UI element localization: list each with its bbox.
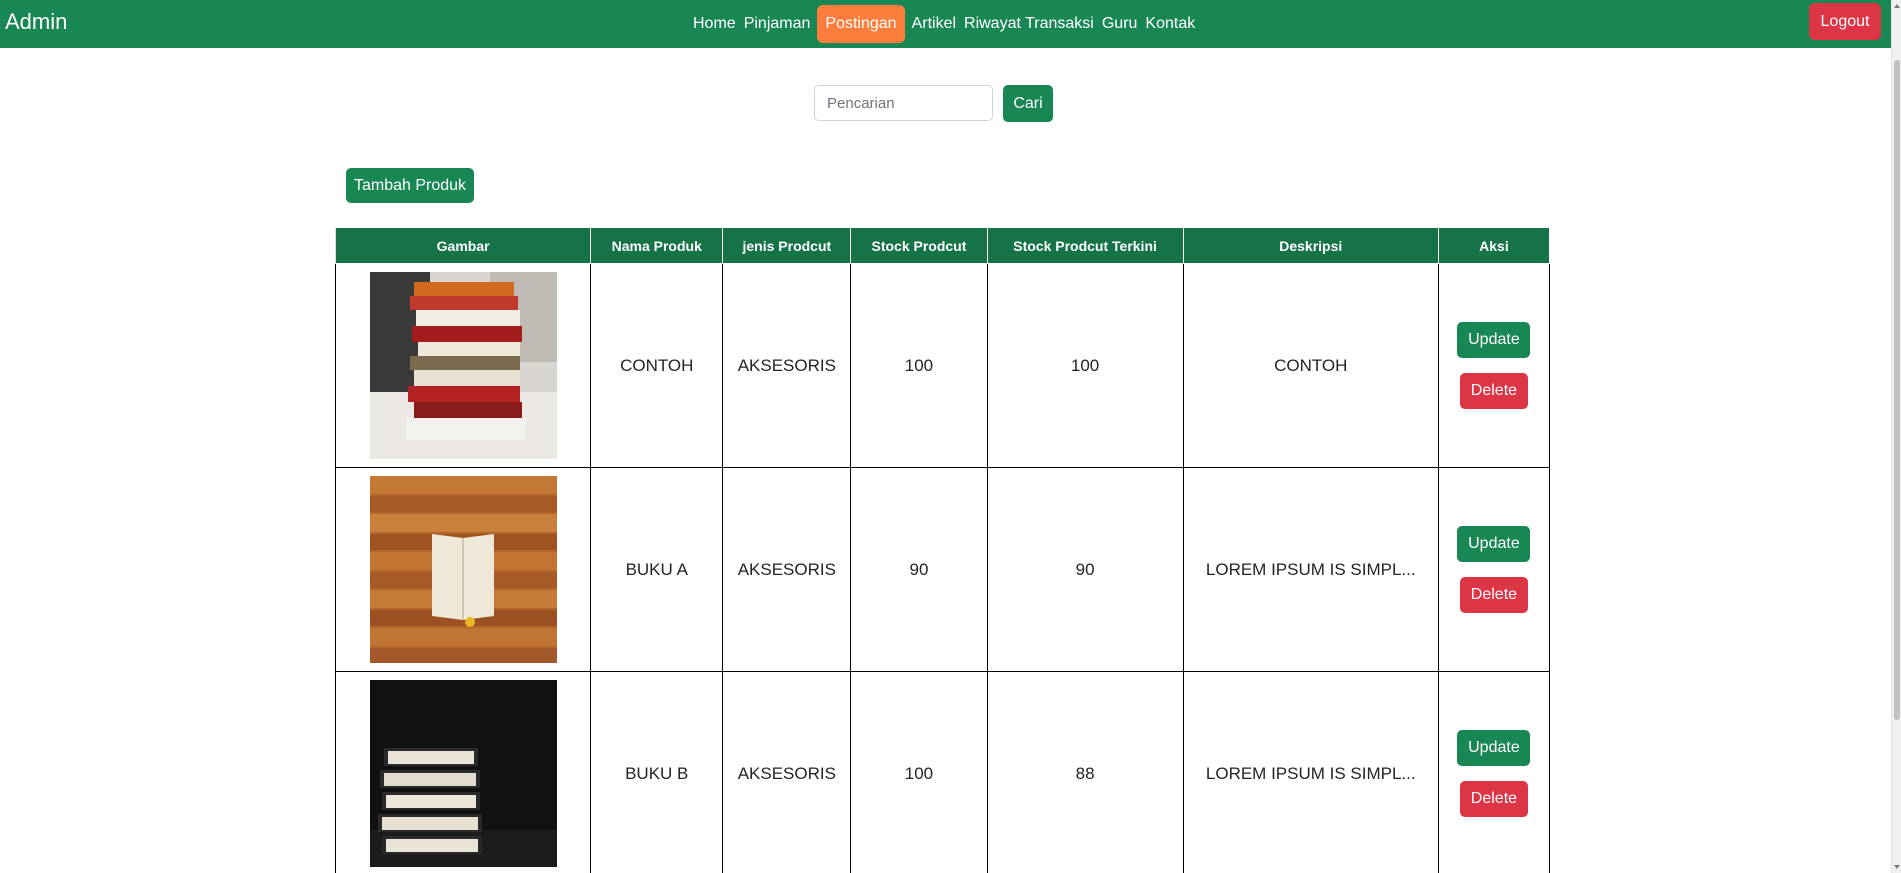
- nav-link-postingan[interactable]: Postingan: [817, 5, 905, 43]
- nav-link-kontak[interactable]: Kontak: [1141, 5, 1199, 43]
- cell-jenis-product: AKSESORIS: [722, 671, 852, 873]
- header-nama-produk: Nama Produk: [590, 227, 724, 264]
- cell-deskripsi: CONTOH: [1182, 263, 1439, 468]
- products-table: Gambar Nama Produk jenis Prodcut Stock P…: [334, 227, 1551, 873]
- cell-jenis-product: AKSESORIS: [722, 263, 852, 468]
- header-aksi: Aksi: [1437, 227, 1551, 264]
- table-header-row: Gambar Nama Produk jenis Prodcut Stock P…: [334, 227, 1551, 264]
- update-button[interactable]: Update: [1457, 526, 1531, 562]
- delete-button[interactable]: Delete: [1459, 373, 1528, 409]
- cell-stock-terkini: 90: [986, 467, 1184, 672]
- delete-button[interactable]: Delete: [1459, 781, 1528, 817]
- cell-nama-produk: CONTOH: [590, 263, 724, 468]
- search-input[interactable]: [814, 85, 993, 121]
- table-row: BUKU A AKSESORIS 90 90 LOREM IPSUM IS SI…: [334, 467, 1551, 672]
- table-row: BUKU B AKSESORIS 100 88 LOREM IPSUM IS S…: [334, 671, 1551, 873]
- update-button[interactable]: Update: [1457, 730, 1531, 766]
- cell-deskripsi: LOREM IPSUM IS SIMPL...: [1182, 671, 1439, 873]
- logout-button[interactable]: Logout: [1809, 3, 1881, 40]
- header-jenis-product: jenis Prodcut: [722, 227, 852, 264]
- cell-stock: 100: [850, 263, 988, 468]
- scroll-down-arrow-icon[interactable]: [1894, 865, 1900, 869]
- nav-link-riwayat-transaksi[interactable]: Riwayat Transaksi: [960, 5, 1098, 43]
- product-image: [369, 680, 557, 867]
- update-button[interactable]: Update: [1457, 322, 1531, 358]
- table-row: CONTOH AKSESORIS 100 100 CONTOH Update D…: [334, 263, 1551, 468]
- cell-aksi: Update Delete: [1437, 263, 1551, 468]
- header-stock-terkini: Stock Prodcut Terkini: [986, 227, 1184, 264]
- cell-stock: 90: [850, 467, 988, 672]
- cell-jenis-product: AKSESORIS: [722, 467, 852, 672]
- page-scrollbar[interactable]: [1891, 0, 1901, 873]
- cell-nama-produk: BUKU A: [590, 467, 724, 672]
- cell-image: [334, 671, 592, 873]
- cell-stock: 100: [850, 671, 988, 873]
- search-button[interactable]: Cari: [1003, 85, 1053, 122]
- cell-stock-terkini: 100: [986, 263, 1184, 468]
- cell-stock-terkini: 88: [986, 671, 1184, 873]
- admin-page: Admin Home Pinjaman Postingan Artikel Ri…: [0, 0, 1901, 873]
- delete-button[interactable]: Delete: [1459, 577, 1528, 613]
- cell-aksi: Update Delete: [1437, 671, 1551, 873]
- product-image: [369, 476, 557, 663]
- scroll-up-arrow-icon[interactable]: [1894, 4, 1900, 8]
- nav-link-pinjaman[interactable]: Pinjaman: [740, 5, 815, 43]
- cell-nama-produk: BUKU B: [590, 671, 724, 873]
- header-stock-product: Stock Prodcut: [850, 227, 988, 264]
- scroll-thumb[interactable]: [1894, 60, 1900, 720]
- cell-deskripsi: LOREM IPSUM IS SIMPL...: [1182, 467, 1439, 672]
- nav-link-home[interactable]: Home: [689, 5, 740, 43]
- nav-link-artikel[interactable]: Artikel: [908, 5, 960, 43]
- nav-link-guru[interactable]: Guru: [1098, 5, 1142, 43]
- product-image: [369, 272, 557, 459]
- navbar-brand[interactable]: Admin: [5, 8, 67, 36]
- header-deskripsi: Deskripsi: [1182, 227, 1439, 264]
- cell-aksi: Update Delete: [1437, 467, 1551, 672]
- header-gambar: Gambar: [334, 227, 592, 264]
- cell-image: [334, 467, 592, 672]
- cell-image: [334, 263, 592, 468]
- add-product-button[interactable]: Tambah Produk: [346, 168, 474, 203]
- nav-links: Home Pinjaman Postingan Artikel Riwayat …: [689, 5, 1199, 43]
- top-navbar: Admin Home Pinjaman Postingan Artikel Ri…: [0, 0, 1891, 48]
